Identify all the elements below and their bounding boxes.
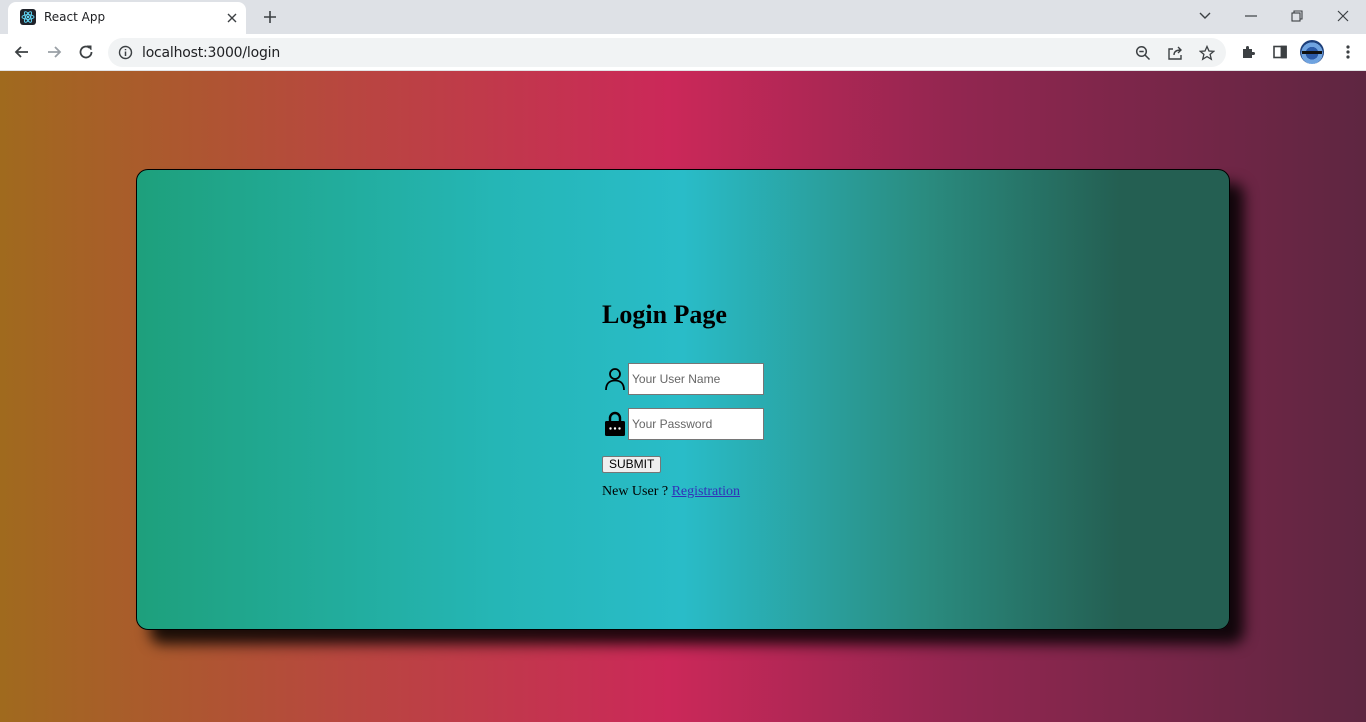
page-viewport: Login Page SUBMIT [0,71,1366,722]
username-row [602,363,764,395]
react-icon [20,9,36,25]
lock-icon [602,410,628,438]
page-title: Login Page [602,300,727,329]
new-user-text: New User ? [602,484,669,499]
close-tab-icon[interactable] [224,10,240,26]
username-input[interactable] [628,363,764,395]
submit-button[interactable]: SUBMIT [602,456,662,473]
new-user-line: New User ? Registration [602,484,740,500]
close-window-icon[interactable] [1320,0,1366,32]
tab-strip: React App [0,0,1366,34]
browser-toolbar: localhost:3000/login [0,34,1366,71]
profile-avatar[interactable] [1300,40,1324,64]
share-icon[interactable] [1166,44,1184,62]
reload-icon[interactable] [72,38,100,66]
password-row [602,408,764,440]
url-text: localhost:3000/login [142,45,281,61]
user-icon [602,365,628,393]
site-info-icon[interactable] [118,45,133,60]
restore-icon[interactable] [1274,0,1320,32]
address-bar[interactable]: localhost:3000/login [108,38,1226,67]
menu-icon[interactable] [1338,42,1358,62]
new-tab-icon[interactable] [259,6,281,28]
tab-search-icon[interactable] [1182,0,1228,32]
zoom-icon[interactable] [1134,44,1152,62]
registration-link[interactable]: Registration [672,484,740,499]
tab-title: React App [44,10,106,24]
back-icon[interactable] [8,38,36,66]
bookmark-star-icon[interactable] [1198,44,1216,62]
forward-icon[interactable] [40,38,68,66]
extensions-icon[interactable] [1238,42,1258,62]
minimize-icon[interactable] [1228,0,1274,32]
side-panel-icon[interactable] [1270,42,1290,62]
browser-tab[interactable]: React App [8,2,246,34]
password-input[interactable] [628,408,764,440]
login-card: Login Page SUBMIT [136,169,1230,630]
